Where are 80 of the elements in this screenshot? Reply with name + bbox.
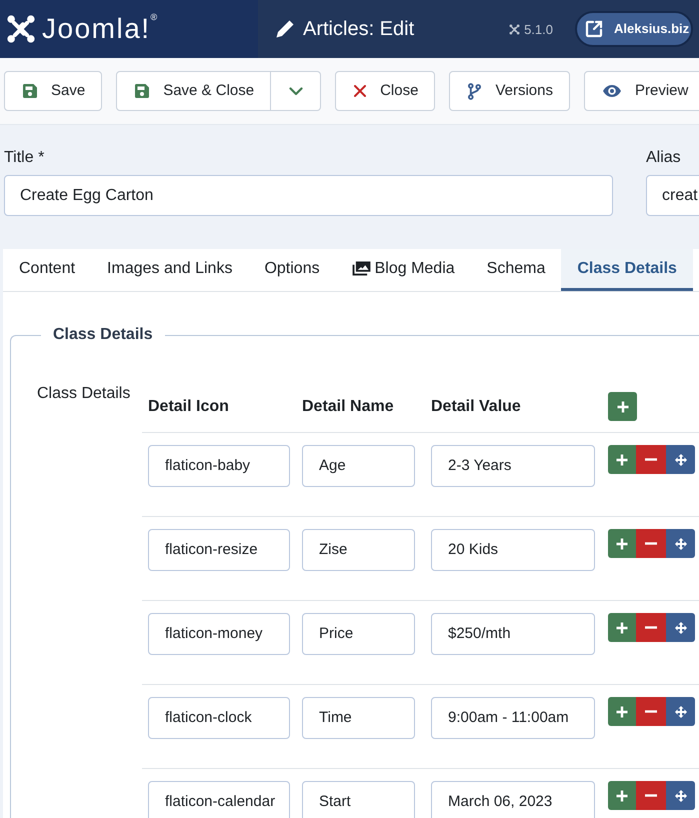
save-close-button[interactable]: Save & Close [116,71,272,111]
tab[interactable]: Content [3,249,92,291]
field-label: Class Details [37,384,130,404]
add-row-button[interactable] [608,781,636,810]
input-field[interactable]: Zise [302,529,415,571]
site-link-button[interactable]: Aleksius.biz [575,11,693,47]
input-field[interactable]: flaticon-money [148,613,290,655]
remove-row-button[interactable] [636,697,666,726]
input-field[interactable]: flaticon-clock [148,697,290,739]
move-row-button[interactable] [666,445,695,474]
remove-row-button[interactable] [636,781,666,810]
plus-icon [616,454,628,466]
add-row-button[interactable] [608,529,636,558]
save-button[interactable]: Save [4,71,102,111]
input-field[interactable]: flaticon-calendar [148,781,290,818]
move-icon [674,454,686,466]
input-field[interactable]: Age [302,445,415,487]
remove-row-button[interactable] [636,529,666,558]
version-text: 5.1.0 [524,22,553,36]
add-row-button[interactable] [608,392,637,421]
minus-icon [645,542,657,545]
minus-icon [645,458,657,461]
column-header: Detail Icon [148,396,229,416]
logo-icon [6,14,36,44]
input-field[interactable]: 2-3 Years [431,445,595,487]
tab[interactable]: Images and Links [91,249,248,291]
minus-icon [645,710,657,713]
input-field[interactable]: Start [302,781,415,818]
tab[interactable]: Schema [470,249,562,291]
input-field[interactable]: flaticon-baby [148,445,290,487]
plus-icon [616,622,628,634]
preview-button[interactable]: Preview [584,71,699,111]
external-link-icon [585,20,603,38]
field-label: Alias [646,148,681,168]
plus-icon [616,706,628,718]
input-field[interactable]: Price [302,613,415,655]
logo-icon [509,24,520,34]
move-row-button[interactable] [666,697,695,726]
images-icon [352,261,371,276]
minus-icon [645,626,657,629]
input-field[interactable]: 20 Kids [431,529,595,571]
dropdown-toggle[interactable] [271,71,322,111]
plus-icon [616,790,628,802]
column-header: Detail Value [431,396,521,416]
input-field[interactable]: 9:00am - 11:00am [431,697,595,739]
branch-icon [468,82,482,100]
minus-icon [645,794,657,797]
tab[interactable]: Blog Media [336,249,471,291]
close-button[interactable]: Close [335,71,436,111]
chevron-down-icon [288,86,303,96]
plus-icon [616,538,628,550]
input-field[interactable]: $250/mth [431,613,595,655]
eye-icon [603,85,621,97]
move-icon [674,622,686,634]
input-field[interactable]: March 06, 2023 [431,781,595,818]
plus-icon [616,400,628,412]
logo-text: Joomla!$^{®}$ [42,15,159,43]
page-title: Articles: Edit [303,19,414,39]
input-field[interactable]: creat [646,175,699,216]
move-icon [674,790,686,802]
input-field[interactable]: Create Egg Carton [4,175,613,216]
versions-button[interactable]: Versions [449,71,570,111]
field-label: Title * [4,148,44,168]
move-row-button[interactable] [666,613,695,642]
column-header: Detail Name [302,396,394,416]
pencil-icon [275,19,295,39]
add-row-button[interactable] [608,697,636,726]
move-row-button[interactable] [666,529,695,558]
input-field[interactable]: flaticon-resize [148,529,290,571]
tab[interactable]: Options [248,249,336,291]
add-row-button[interactable] [608,613,636,642]
move-icon [674,538,686,550]
move-icon [674,706,686,718]
tab[interactable]: Class Details [561,249,693,291]
move-row-button[interactable] [666,781,695,810]
input-field[interactable]: Time [302,697,415,739]
add-row-button[interactable] [608,445,636,474]
close-icon [354,85,366,97]
remove-row-button[interactable] [636,613,666,642]
remove-row-button[interactable] [636,445,666,474]
